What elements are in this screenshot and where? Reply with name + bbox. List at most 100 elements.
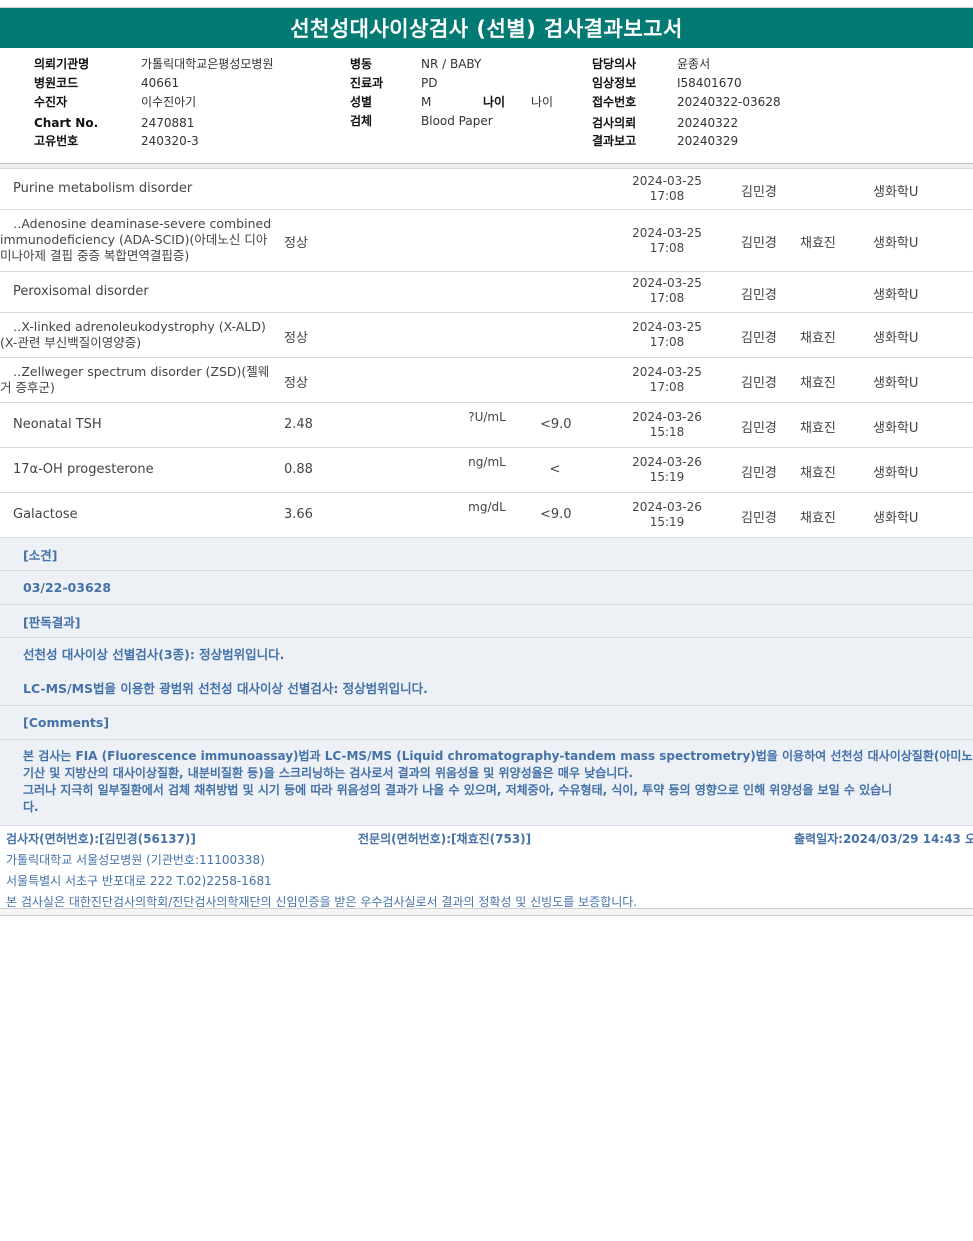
tester: 김민경	[741, 466, 777, 481]
department: 생화학U	[873, 288, 919, 303]
footer-specialist: 전문의(면허번호):[채효진(753)]	[358, 832, 532, 846]
result-time: 17:08	[649, 189, 685, 203]
comments-header: [Comments]	[0, 706, 973, 740]
report-title-bar: 선천성대사이상검사 (선별) 검사결과보고서	[0, 8, 973, 48]
table-row: ‥Zellweger spectrum disorder (ZSD)(젤웨거 증…	[0, 358, 973, 403]
info-label-ward: 병동	[350, 57, 373, 71]
info-value-request-date: 20240322	[677, 116, 739, 130]
verifier: 채효진	[800, 511, 836, 526]
footer-hospital: 가톨릭대학교 서울성모병원 (기관번호:11100338)	[6, 853, 265, 867]
info-value-requester: 가톨릭대학교은평성모병원	[141, 57, 274, 71]
tester: 김민경	[741, 331, 777, 346]
report-title: 선천성대사이상검사 (선별) 검사결과보고서	[290, 17, 683, 41]
bottom-border	[0, 908, 973, 916]
result-datetime: 2024-03-25 17:08	[627, 365, 707, 395]
info-label-department: 진료과	[350, 76, 384, 90]
result-time: 15:19	[649, 470, 685, 484]
comments-body: 본 검사는 FIA (Fluorescence immunoassay)법과 L…	[0, 740, 973, 826]
department: 생화학U	[873, 185, 919, 200]
department: 생화학U	[873, 376, 919, 391]
table-row: ‥X-linked adrenoleukodystrophy (X-ALD)(X…	[0, 313, 973, 358]
verifier: 채효진	[800, 376, 836, 391]
reading-line-1: 선천성 대사이상 선별검사(3종): 정상범위입니다.	[23, 647, 285, 662]
comment-line-1: 본 검사는 FIA (Fluorescence immunoassay)법과 L…	[23, 749, 973, 763]
result-date: 2024-03-25	[632, 365, 702, 379]
result-value: 정상	[284, 376, 308, 391]
department: 생화학U	[873, 421, 919, 436]
info-label-doctor: 담당의사	[592, 57, 637, 71]
result-date: 2024-03-26	[632, 410, 702, 424]
result-unit: ng/mL	[468, 455, 506, 469]
info-value-specimen: Blood Paper	[421, 114, 493, 128]
info-value-patient: 이수진아기	[141, 95, 197, 109]
result-value: 3.66	[284, 507, 313, 522]
verifier: 채효진	[800, 331, 836, 346]
result-value: 2.48	[284, 417, 313, 432]
results-table: Purine metabolism disorder 2024-03-25 17:…	[0, 169, 973, 538]
table-row: Neonatal TSH 2.48 ?U/mL <9.0 2024-03-26 1…	[0, 403, 973, 448]
reference-range: <9.0	[540, 507, 572, 522]
reading-result: 선천성 대사이상 선별검사(3종): 정상범위입니다. LC-MS/MS법을 이…	[0, 638, 973, 706]
info-label-chart-no: Chart No.	[34, 116, 99, 130]
tester: 김민경	[741, 421, 777, 436]
table-row: ‥Adenosine deaminase-severe combined imm…	[0, 210, 973, 272]
info-label-receipt: 접수번호	[592, 95, 637, 109]
tester: 김민경	[741, 288, 777, 303]
result-value: 0.88	[284, 462, 313, 477]
result-date: 2024-03-25	[632, 276, 702, 290]
info-label-report-date: 결과보고	[592, 134, 637, 148]
result-date: 2024-03-26	[632, 500, 702, 514]
info-value-report-date: 20240329	[677, 134, 739, 148]
result-time: 17:08	[649, 291, 685, 305]
result-time: 15:18	[649, 425, 685, 439]
info-value-unique-no: 240320-3	[141, 134, 199, 148]
result-time: 17:08	[649, 335, 685, 349]
result-time: 17:08	[649, 380, 685, 394]
reading-line-2: LC-MS/MS법을 이용한 광범위 선천성 대사이상 선별검사: 정상범위입니…	[23, 681, 428, 696]
report-footer: 검사자(면허번호):[김민경(56137)] 전문의(면허번호):[채효진(75…	[0, 826, 973, 910]
comment-line-3: 그러나 지극히 일부질환에서 검체 채취방법 및 시기 등에 따라 위음성의 결…	[23, 783, 893, 797]
test-name: ‥Adenosine deaminase-severe combined imm…	[0, 216, 272, 263]
reference-range: <9.0	[540, 417, 572, 432]
info-label-clinical: 임상정보	[592, 76, 637, 90]
result-date: 2024-03-26	[632, 455, 702, 469]
verifier: 채효진	[800, 466, 836, 481]
info-value-clinical: I58401670	[677, 76, 742, 90]
info-value-ward: NR / BABY	[421, 57, 482, 71]
result-datetime: 2024-03-25 17:08	[627, 226, 707, 256]
department: 생화학U	[873, 466, 919, 481]
opinion-header: [소견]	[0, 538, 973, 571]
info-label-request-date: 검사의뢰	[592, 116, 637, 130]
tester: 김민경	[741, 236, 777, 251]
info-value-chart-no: 2470881	[141, 116, 195, 130]
comment-line-4: 다.	[23, 800, 39, 814]
top-border	[0, 0, 973, 8]
patient-info-panel: 의뢰기관명 가톨릭대학교은평성모병원 병원코드 40661 수진자 이수진아기 …	[0, 48, 973, 164]
tester: 김민경	[741, 511, 777, 526]
info-label-patient: 수진자	[34, 95, 68, 109]
info-value-receipt: 20240322-03628	[677, 95, 781, 109]
result-datetime: 2024-03-25 17:08	[627, 320, 707, 350]
test-name: ‥Zellweger spectrum disorder (ZSD)(젤웨거 증…	[0, 364, 270, 395]
footer-address: 서울특별시 서초구 반포대로 222 T.02)2258-1681	[6, 874, 272, 888]
result-time: 15:19	[649, 515, 685, 529]
receipt-number-note: 03/22-03628	[0, 571, 973, 605]
tester: 김민경	[741, 185, 777, 200]
info-value-doctor: 윤종서	[677, 57, 711, 71]
test-name: ‥X-linked adrenoleukodystrophy (X-ALD)(X…	[0, 319, 266, 350]
table-row: Purine metabolism disorder 2024-03-25 17:…	[0, 169, 973, 210]
test-name: 17α-OH progesterone	[13, 462, 154, 477]
reading-header: [판독결과]	[0, 605, 973, 638]
info-label-unique-no: 고유번호	[34, 134, 79, 148]
table-row: Galactose 3.66 mg/dL <9.0 2024-03-26 15:1…	[0, 493, 973, 538]
reference-range: <	[549, 462, 561, 477]
table-row: Peroxisomal disorder 2024-03-25 17:08 김민경…	[0, 272, 973, 313]
test-name: Peroxisomal disorder	[13, 284, 149, 299]
info-label-requester: 의뢰기관명	[34, 57, 90, 71]
department: 생화학U	[873, 511, 919, 526]
info-label-age: 나이	[483, 95, 506, 109]
verifier: 채효진	[800, 236, 836, 251]
result-value: 정상	[284, 331, 308, 346]
result-datetime: 2024-03-26 15:18	[627, 410, 707, 440]
result-unit: mg/dL	[468, 500, 506, 514]
